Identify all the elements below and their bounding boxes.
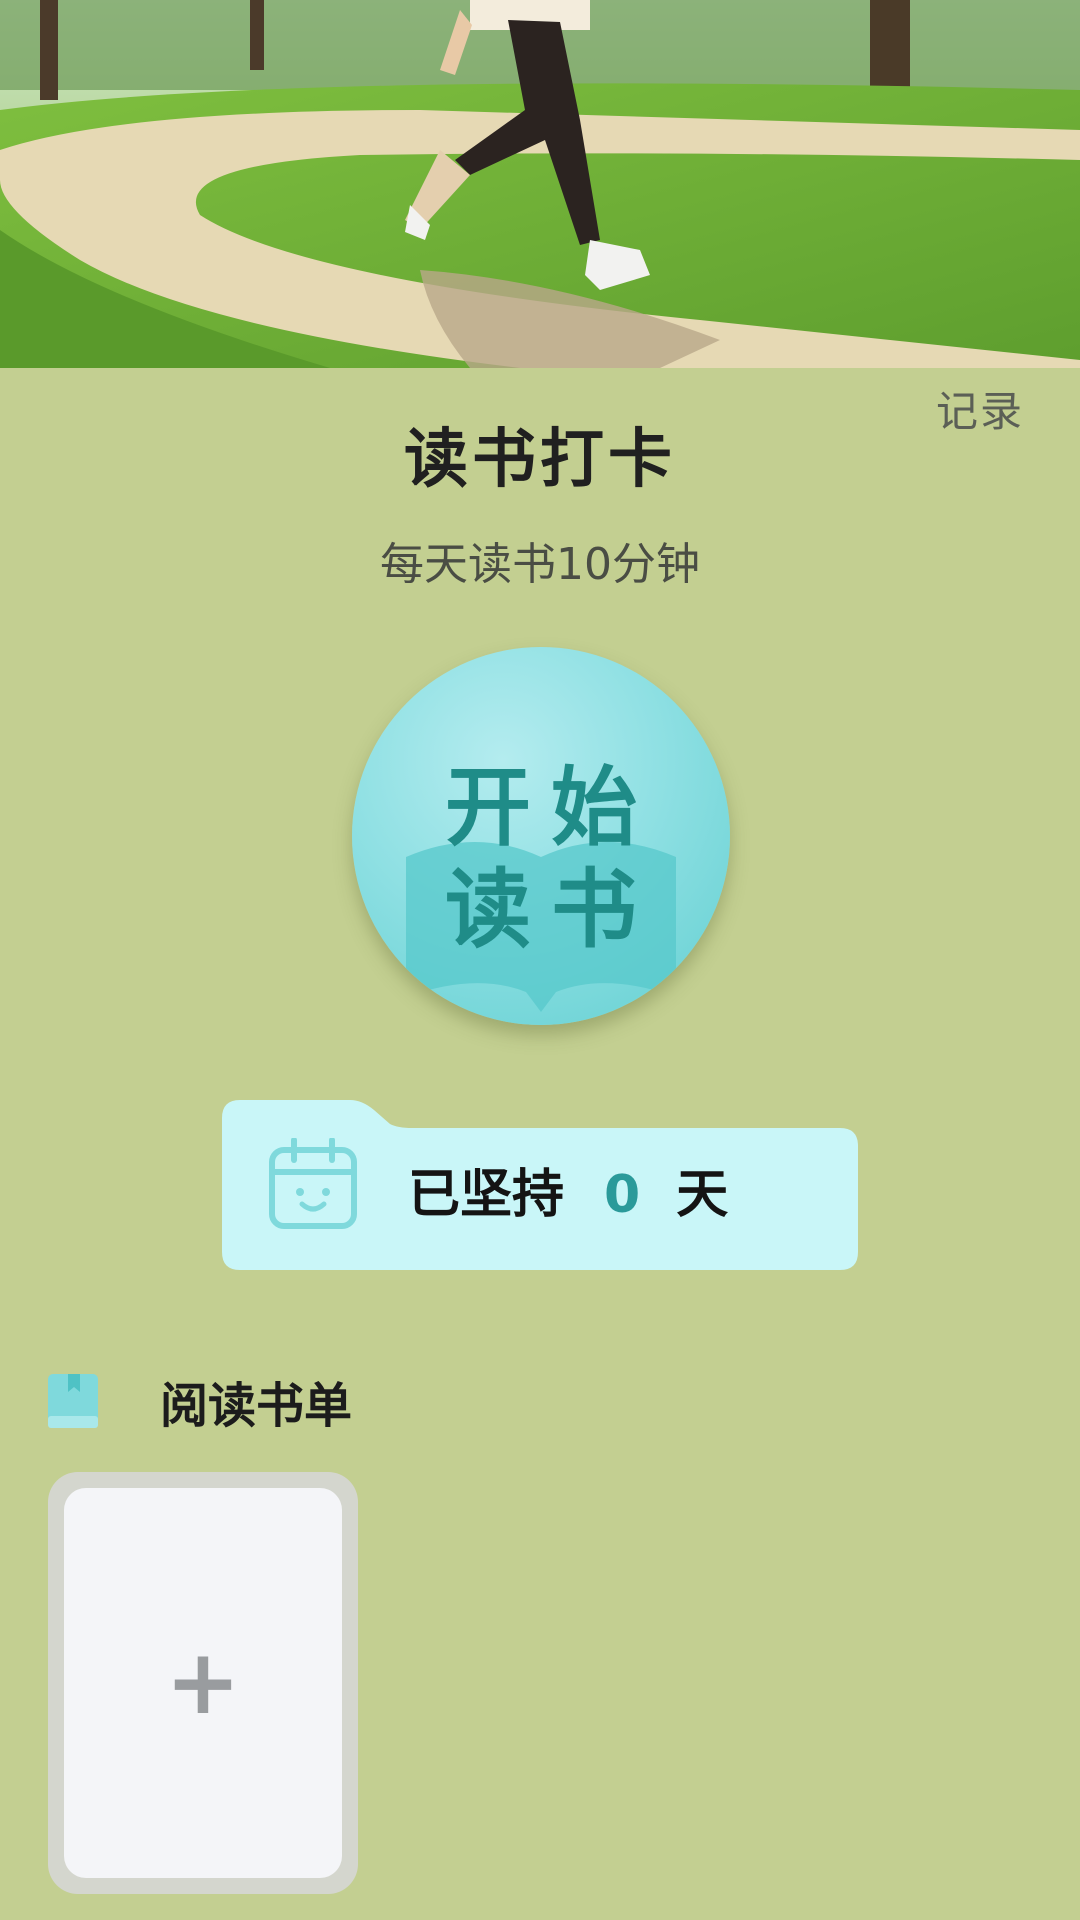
calendar-smile-icon	[269, 1138, 357, 1229]
start-reading-button[interactable]: 开始 读书	[352, 647, 730, 1025]
reading-list-header: 阅读书单	[46, 1366, 352, 1436]
streak-suffix: 天	[676, 1165, 729, 1225]
book-icon	[48, 1374, 98, 1428]
plus-icon: +	[165, 1630, 241, 1735]
streak-card: 已坚持 0 天	[222, 1100, 858, 1270]
add-book-card-inner: +	[64, 1488, 342, 1878]
page-subtitle: 每天读书10分钟	[380, 539, 700, 590]
page-title: 读书打卡	[404, 423, 676, 497]
hero-banner-image	[0, 0, 1080, 368]
reading-list-title: 阅读书单	[160, 1378, 353, 1434]
streak-count: 0	[604, 1165, 641, 1225]
start-reading-label-line2: 读书	[445, 860, 657, 960]
streak-text: 已坚持 0 天	[408, 1152, 728, 1227]
streak-prefix: 已坚持	[408, 1165, 565, 1225]
add-book-button[interactable]: +	[48, 1472, 358, 1894]
